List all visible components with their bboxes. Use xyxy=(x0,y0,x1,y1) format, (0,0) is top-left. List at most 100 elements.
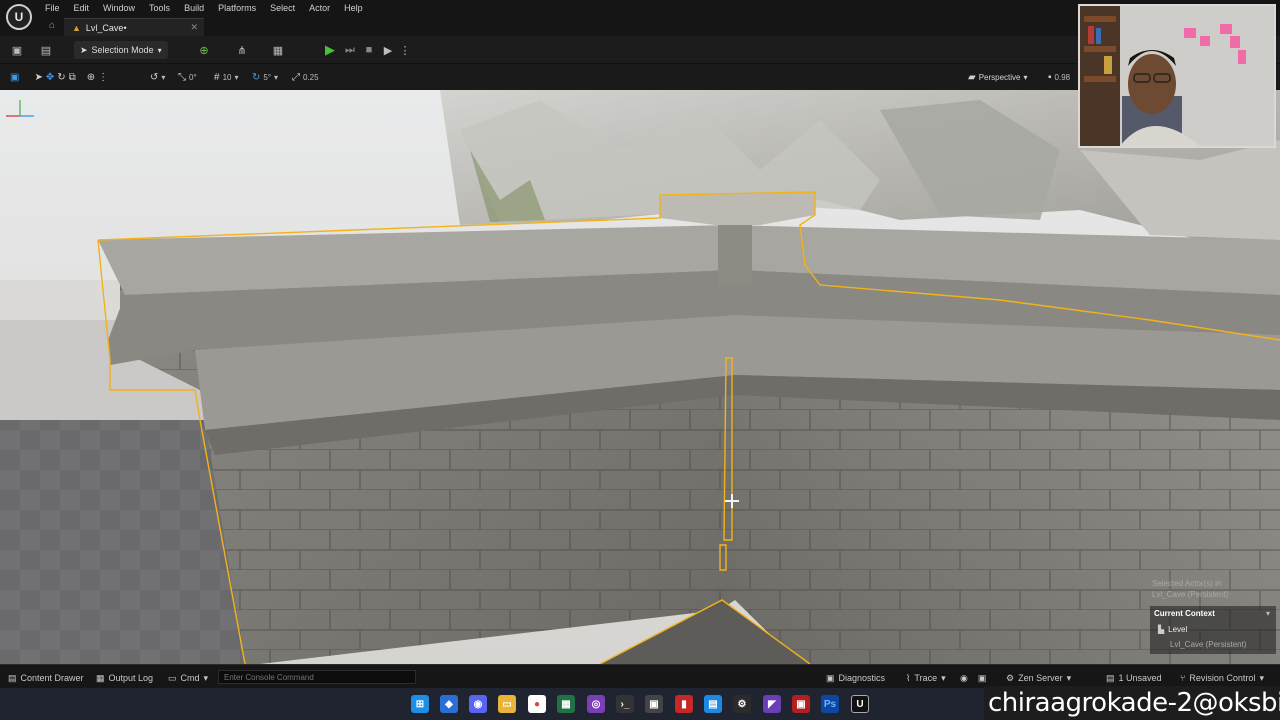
content-drawer-icon: ▤ xyxy=(8,672,17,683)
menu-build[interactable]: Build xyxy=(177,0,211,18)
play-icon[interactable]: ▶ xyxy=(322,42,338,58)
photoshop-icon[interactable]: Ps xyxy=(821,695,839,713)
add-actor-icon[interactable]: ⊕ xyxy=(194,42,214,58)
zen-server-dropdown[interactable]: ⚙ Zen Server ▾ xyxy=(1006,671,1071,685)
level-tab[interactable]: ▲ Lvl_Cave• ✕ xyxy=(64,18,204,36)
selected-info-line2: Lvl_Cave (Persistent) xyxy=(1152,590,1229,599)
chevron-down-icon: ▾ xyxy=(161,72,166,82)
discord-icon[interactable]: ◉ xyxy=(469,695,487,713)
perspective-label: Perspective xyxy=(978,72,1021,82)
level-tab-label: Lvl_Cave• xyxy=(85,22,127,33)
current-context-panel: Current Context ▾ ▙ Level Lvl_Cave (Pers… xyxy=(1150,606,1276,654)
scale-snap[interactable]: ⤢ 0.25 xyxy=(292,70,319,84)
context-level-row[interactable]: ▙ Level xyxy=(1158,625,1187,634)
context-level-label: Level xyxy=(1168,625,1188,634)
menu-actor[interactable]: Actor xyxy=(302,0,337,18)
record-icon: ◉ xyxy=(960,672,968,683)
record-button[interactable]: ◉ ▣ xyxy=(960,671,986,685)
scale-icon[interactable]: ⧉ xyxy=(69,72,76,83)
menu-help[interactable]: Help xyxy=(337,0,370,18)
terminal-icon[interactable]: ›_ xyxy=(616,695,634,713)
unreal-engine-icon[interactable]: U xyxy=(851,695,869,713)
menu-items: File Edit Window Tools Build Platforms S… xyxy=(38,0,370,18)
folder-icon[interactable]: ▭ xyxy=(498,695,516,713)
save-icon[interactable]: ▣ xyxy=(10,42,24,58)
content-drawer-button[interactable]: ▤ Content Drawer xyxy=(8,671,84,685)
surface-snap-icon: ↺ xyxy=(150,71,159,83)
chevron-down-icon: ▾ xyxy=(203,672,209,683)
cmd-label: Cmd xyxy=(180,673,200,683)
scale-snap-value: 0.25 xyxy=(303,72,319,82)
menu-platforms[interactable]: Platforms xyxy=(211,0,263,18)
world-space-icon[interactable]: ⊕ xyxy=(87,72,95,83)
level-icon: ▲ xyxy=(72,22,81,33)
selection-mode-dropdown[interactable]: ➤ Selection Mode ▾ xyxy=(74,41,168,59)
angle-snap[interactable]: ↻ 5° ▾ xyxy=(252,70,278,84)
trace-icon: ⌇ xyxy=(906,672,911,683)
zen-server-icon: ⚙ xyxy=(1006,672,1015,683)
stop-icon[interactable]: ■ xyxy=(362,42,376,58)
grid-snap-icon: # xyxy=(214,71,220,83)
translate-icon[interactable]: ✥ xyxy=(46,72,54,83)
camera-icon: ▰ xyxy=(968,71,976,83)
app-icon[interactable]: ◎ xyxy=(587,695,605,713)
surface-snap[interactable]: ↺ ▾ xyxy=(150,70,165,84)
cmd-dropdown[interactable]: ▭ Cmd ▾ xyxy=(168,671,208,685)
output-log-label: Output Log xyxy=(108,673,154,683)
menu-select[interactable]: Select xyxy=(263,0,302,18)
output-log-button[interactable]: ▦ Output Log xyxy=(96,671,153,685)
selected-info-line1: Selected Actor(s) in xyxy=(1152,579,1222,588)
rotate-icon[interactable]: ↻ xyxy=(57,72,65,83)
content-drawer-label: Content Drawer xyxy=(20,673,84,683)
more-icon[interactable]: ⋮ xyxy=(400,42,411,58)
output-log-icon: ▦ xyxy=(96,672,105,683)
select-arrow-icon[interactable]: ➤ xyxy=(34,72,42,83)
unreal-editor-window: File Edit Window Tools Build Platforms S… xyxy=(0,0,1280,720)
diagnostics-button[interactable]: ▣ Diagnostics xyxy=(826,671,885,685)
visual-studio-icon[interactable]: ◤ xyxy=(763,695,781,713)
zen-server-label: Zen Server xyxy=(1018,673,1063,683)
unsaved-button[interactable]: ▤ 1 Unsaved xyxy=(1106,671,1162,685)
app-icon[interactable]: ⚙ xyxy=(733,695,751,713)
grid-snap[interactable]: # 10 ▾ xyxy=(214,70,238,84)
app-icon[interactable]: ▣ xyxy=(645,695,663,713)
unreal-logo-icon[interactable]: U xyxy=(6,4,32,30)
menu-tools[interactable]: Tools xyxy=(142,0,177,18)
close-icon[interactable]: ✕ xyxy=(190,22,198,33)
content-icon[interactable]: ▤ xyxy=(38,42,54,58)
camera-speed[interactable]: ▪ 0.98 xyxy=(1048,70,1070,84)
app-icon[interactable]: ▣ xyxy=(792,695,810,713)
diagnostics-label: Diagnostics xyxy=(838,673,886,683)
app-icon[interactable]: ▮ xyxy=(675,695,693,713)
menu-edit[interactable]: Edit xyxy=(67,0,97,18)
level-viewport[interactable]: Selected Actor(s) in Lvl_Cave (Persisten… xyxy=(0,90,1280,664)
camera-speed-value: 0.98 xyxy=(1054,72,1071,82)
trace-label: Trace xyxy=(914,673,938,683)
app-icon[interactable]: ▤ xyxy=(704,695,722,713)
launch-icon[interactable]: ▶ xyxy=(380,42,396,58)
step-icon[interactable]: ⏭ xyxy=(343,42,357,58)
trace-dropdown[interactable]: ⌇ Trace ▾ xyxy=(906,671,946,685)
blueprint-icon[interactable]: ⋔ xyxy=(230,42,254,58)
chevron-down-icon: ▾ xyxy=(941,672,946,683)
menu-file[interactable]: File xyxy=(38,0,67,18)
app-icon[interactable]: ◆ xyxy=(440,695,458,713)
perspective-dropdown[interactable]: ▰ Perspective ▾ xyxy=(968,70,1028,84)
selection-mode-label: Selection Mode xyxy=(91,45,154,55)
more-icon[interactable]: ⋮ xyxy=(98,72,108,83)
chevron-down-icon: ▾ xyxy=(234,72,239,82)
select-mode-icon[interactable]: ▣ xyxy=(10,72,19,83)
windows-start-icon[interactable]: ⊞ xyxy=(411,695,429,713)
chrome-icon[interactable]: ● xyxy=(528,695,546,713)
cinematics-icon[interactable]: ▦ xyxy=(266,42,290,58)
chevron-down-icon[interactable]: ▾ xyxy=(1266,609,1270,618)
selection-mode-icon: ➤ xyxy=(80,44,88,55)
rotation-snap[interactable]: ⤡ 0° xyxy=(178,70,197,84)
grid-snap-value: 10 xyxy=(222,72,232,82)
home-icon[interactable]: ⌂ xyxy=(49,21,59,31)
spreadsheet-icon[interactable]: ▦ xyxy=(557,695,575,713)
menu-window[interactable]: Window xyxy=(96,0,142,18)
watermark-text: chiraagrokade-2@oksbi xyxy=(984,686,1280,720)
console-command-input[interactable] xyxy=(218,670,416,684)
revision-control-dropdown[interactable]: ⑂ Revision Control ▾ xyxy=(1180,671,1264,685)
